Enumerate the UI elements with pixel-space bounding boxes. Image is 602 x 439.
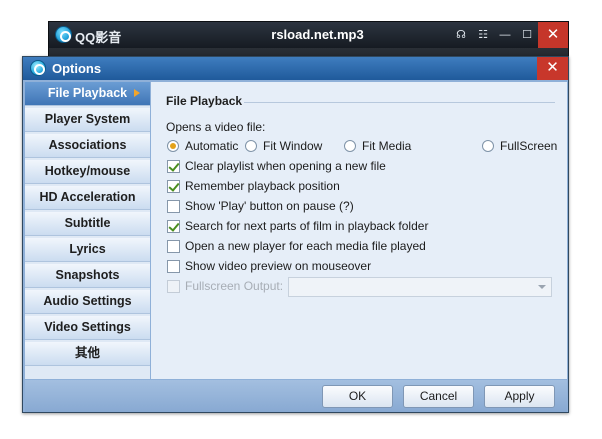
section-title: File Playback (166, 94, 243, 108)
playlist-icon[interactable]: ☷ (472, 22, 494, 48)
radio-fit-media[interactable] (344, 140, 356, 152)
sidebar-item-label: Associations (48, 138, 127, 152)
maximize-icon[interactable]: ☐ (516, 22, 538, 48)
radio-automatic[interactable] (167, 140, 179, 152)
sidebar-item-subtitle[interactable]: Subtitle (25, 212, 150, 236)
checkbox-clear-playlist-label[interactable]: Clear playlist when opening a new file (185, 159, 386, 173)
sidebar-item-label: Player System (44, 112, 131, 126)
sidebar-item-label: File Playback (47, 86, 128, 100)
sidebar-item-label: Subtitle (64, 216, 111, 230)
fullscreen-output-label: Fullscreen Output: (185, 279, 284, 293)
sidebar-item-label: Audio Settings (43, 294, 132, 308)
checkbox-show-play-button-label[interactable]: Show 'Play' button on pause (?) (185, 199, 354, 213)
apply-button[interactable]: Apply (484, 385, 555, 408)
section-divider (244, 102, 555, 103)
radio-fit-window[interactable] (245, 140, 257, 152)
checkbox-fullscreen-output (167, 280, 180, 293)
options-sidebar: File Playback Player System Associations… (25, 82, 150, 379)
checkbox-search-next-parts-label[interactable]: Search for next parts of film in playbac… (185, 219, 428, 233)
ok-button[interactable]: OK (322, 385, 393, 408)
radio-fullscreen-label[interactable]: FullScreen (500, 139, 557, 153)
sidebar-item-hotkey-mouse[interactable]: Hotkey/mouse (25, 160, 150, 184)
player-title-bar[interactable]: QQ影音 rsload.net.mp3 ☊ ☷ — ☐ ✕ (49, 22, 568, 48)
sidebar-item-label: 其他 (74, 346, 100, 360)
sidebar-item-label: Video Settings (44, 320, 131, 334)
player-close-icon[interactable]: ✕ (538, 22, 568, 48)
dialog-title: Options (52, 61, 102, 76)
radio-automatic-label[interactable]: Automatic (185, 139, 238, 153)
minimize-icon[interactable]: — (494, 22, 516, 48)
dialog-footer: OK Cancel Apply (25, 380, 567, 412)
options-content-panel: File Playback Opens a video file: Automa… (151, 82, 567, 379)
fullscreen-output-select (288, 277, 552, 297)
active-arrow-icon (134, 89, 140, 97)
sidebar-item-snapshots[interactable]: Snapshots (25, 264, 150, 288)
sidebar-item-label: Hotkey/mouse (44, 164, 131, 178)
sidebar-item-label: HD Acceleration (39, 190, 136, 204)
sidebar-item-label: Snapshots (55, 268, 120, 282)
open-video-label: Opens a video file: (166, 120, 266, 134)
checkbox-remember-position[interactable] (167, 180, 180, 193)
checkbox-new-player-each-file-label[interactable]: Open a new player for each media file pl… (185, 239, 426, 253)
radio-fullscreen[interactable] (482, 140, 494, 152)
sidebar-item-label: Lyrics (69, 242, 106, 256)
sidebar-item-audio-settings[interactable]: Audio Settings (25, 290, 150, 314)
checkbox-new-player-each-file[interactable] (167, 240, 180, 253)
sidebar-item-video-settings[interactable]: Video Settings (25, 316, 150, 340)
options-dialog: Options ✕ File Playback Player System As… (22, 56, 569, 413)
radio-fit-media-label[interactable]: Fit Media (362, 139, 411, 153)
options-logo-icon (30, 60, 46, 76)
checkbox-remember-position-label[interactable]: Remember playback position (185, 179, 340, 193)
checkbox-show-play-button[interactable] (167, 200, 180, 213)
sidebar-item-player-system[interactable]: Player System (25, 108, 150, 132)
sidebar-item-associations[interactable]: Associations (25, 134, 150, 158)
sidebar-item-file-playback[interactable]: File Playback (25, 82, 150, 106)
checkbox-clear-playlist[interactable] (167, 160, 180, 173)
cancel-button[interactable]: Cancel (403, 385, 474, 408)
dialog-close-icon[interactable]: ✕ (537, 57, 568, 80)
checkbox-video-preview[interactable] (167, 260, 180, 273)
sidebar-item-lyrics[interactable]: Lyrics (25, 238, 150, 262)
sidebar-item-other[interactable]: 其他 (25, 342, 150, 366)
dialog-title-bar[interactable]: Options ✕ (23, 57, 568, 80)
chat-icon[interactable]: ☊ (450, 22, 472, 48)
radio-fit-window-label[interactable]: Fit Window (263, 139, 322, 153)
chevron-down-icon (538, 285, 546, 289)
sidebar-item-hd-acceleration[interactable]: HD Acceleration (25, 186, 150, 210)
player-window-controls: ☊ ☷ — ☐ ✕ (450, 22, 568, 48)
checkbox-search-next-parts[interactable] (167, 220, 180, 233)
checkbox-video-preview-label[interactable]: Show video preview on mouseover (185, 259, 371, 273)
